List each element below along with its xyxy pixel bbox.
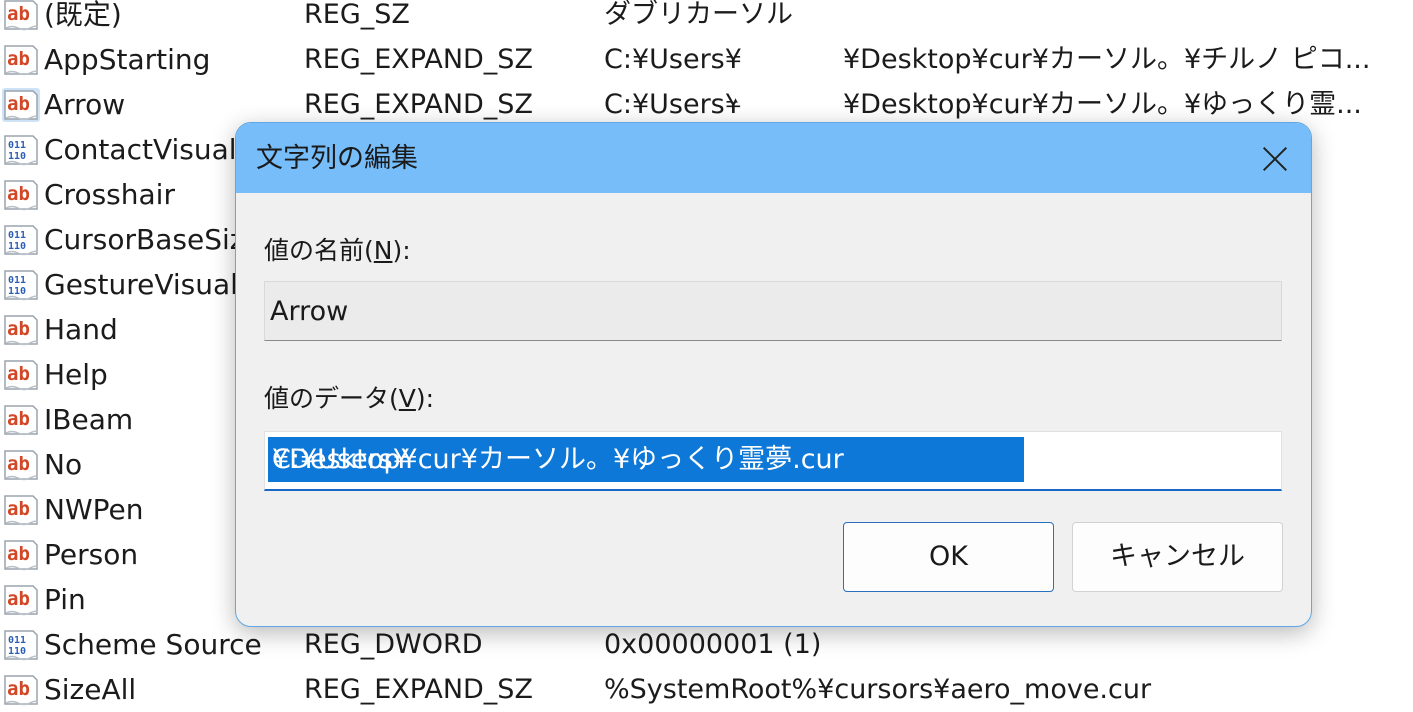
registry-row[interactable]: ab SizeAll REG_EXPAND_SZ %SystemRoot%¥curso… (0, 667, 1413, 712)
close-icon[interactable] (1257, 141, 1293, 177)
string-value-icon: ab (2, 0, 40, 32)
row-data: C:¥Users¥ (604, 44, 742, 75)
string-value-icon: ab (2, 673, 40, 707)
svg-text:ab: ab (7, 363, 30, 385)
dword-value-icon: 011 110 (2, 628, 40, 662)
row-name: SizeAll (44, 673, 137, 706)
string-value-icon: ab (2, 583, 40, 617)
string-value-icon: ab (2, 178, 40, 212)
svg-text:110: 110 (8, 151, 26, 162)
svg-text:110: 110 (8, 241, 26, 252)
dialog-title: 文字列の編集 (256, 143, 418, 174)
svg-text:011: 011 (8, 230, 26, 241)
row-name: NWPen (44, 493, 144, 526)
svg-text:011: 011 (8, 275, 26, 286)
registry-row[interactable]: ab AppStarting REG_EXPAND_SZ C:¥Users¥ ¥Desk… (0, 37, 1413, 82)
row-data: 0x00000001 (1) (604, 629, 822, 660)
string-value-icon: ab (2, 43, 40, 77)
value-name-text: Arrow (270, 296, 349, 327)
row-name: No (44, 448, 83, 481)
row-type: REG_EXPAND_SZ (304, 89, 533, 120)
string-value-icon: ab (2, 358, 40, 392)
string-value-icon: ab (2, 448, 40, 482)
svg-text:ab: ab (7, 48, 30, 70)
svg-text:011: 011 (8, 635, 26, 646)
row-type: REG_SZ (304, 0, 410, 30)
dword-value-icon: 011 110 (2, 223, 40, 257)
registry-row[interactable]: 011 110 Scheme Source REG_DWORD 0x00000001 (… (0, 622, 1413, 667)
row-name: Person (44, 538, 139, 571)
string-value-icon: ab (2, 538, 40, 572)
dword-value-icon: 011 110 (2, 133, 40, 167)
svg-text:ab: ab (7, 453, 30, 475)
row-name: Arrow (44, 88, 126, 121)
svg-text:ab: ab (7, 588, 30, 610)
cancel-button[interactable]: キャンセル (1072, 522, 1283, 592)
value-name-field[interactable]: Arrow (264, 281, 1282, 341)
edit-string-dialog: 文字列の編集 値の名前(N): Arrow 値のデータ(V): C:¥Users… (235, 122, 1312, 627)
row-name: Crosshair (44, 178, 175, 211)
row-data-suffix: ¥Desktop¥cur¥カーソル。¥ゆっくり霊... (843, 89, 1362, 120)
ok-button[interactable]: OK (843, 522, 1054, 592)
row-type: REG_EXPAND_SZ (304, 674, 533, 705)
value-data-label: 値のデータ(V): (264, 384, 435, 413)
svg-text:ab: ab (7, 543, 30, 565)
row-name: Scheme Source (44, 628, 262, 661)
dword-value-icon: 011 110 (2, 268, 40, 302)
string-value-icon: ab (2, 313, 40, 347)
value-data-input[interactable]: C:¥Users¥ ¥Desktop¥cur¥カーソル。¥ゆっくり霊夢.cur (264, 431, 1282, 491)
svg-text:ab: ab (7, 183, 30, 205)
row-name: Hand (44, 313, 118, 346)
row-name: Help (44, 358, 108, 391)
svg-text:ab: ab (7, 678, 30, 700)
row-data: ダブリカーソル (604, 0, 793, 30)
row-type: REG_EXPAND_SZ (304, 44, 533, 75)
svg-text:110: 110 (8, 286, 26, 297)
svg-text:ab: ab (7, 498, 30, 520)
dialog-titlebar[interactable]: 文字列の編集 (236, 123, 1311, 193)
row-type: REG_DWORD (304, 629, 483, 660)
string-value-icon: ab (2, 493, 40, 527)
registry-row[interactable]: ab (既定) REG_SZ ダブリカーソル (0, 0, 1413, 37)
svg-text:ab: ab (7, 93, 30, 115)
svg-text:ab: ab (7, 408, 30, 430)
string-value-icon: ab (2, 403, 40, 437)
row-data: %SystemRoot%¥cursors¥aero_move.cur (604, 674, 1152, 705)
svg-text:ab: ab (7, 3, 30, 25)
row-name: IBeam (44, 403, 134, 436)
string-value-icon: ab (2, 88, 40, 122)
row-name: Pin (44, 583, 86, 616)
row-name: AppStarting (44, 43, 211, 76)
redacted-username (735, 72, 839, 108)
row-name: CursorBaseSize (44, 223, 262, 256)
svg-text:110: 110 (8, 646, 26, 657)
text-selection: C:¥Users¥ ¥Desktop¥cur¥カーソル。¥ゆっくり霊夢.cur (268, 437, 1024, 482)
registry-row[interactable]: ab Arrow REG_EXPAND_SZ C:¥Users¥ ¥Desktop¥cu… (0, 82, 1413, 127)
svg-text:011: 011 (8, 140, 26, 151)
row-data-suffix: ¥Desktop¥cur¥カーソル。¥チルノ ピコ... (843, 44, 1371, 75)
row-name: (既定) (44, 0, 122, 31)
value-name-label: 値の名前(N): (264, 236, 411, 265)
svg-text:ab: ab (7, 318, 30, 340)
row-data: C:¥Users¥ (604, 89, 742, 120)
